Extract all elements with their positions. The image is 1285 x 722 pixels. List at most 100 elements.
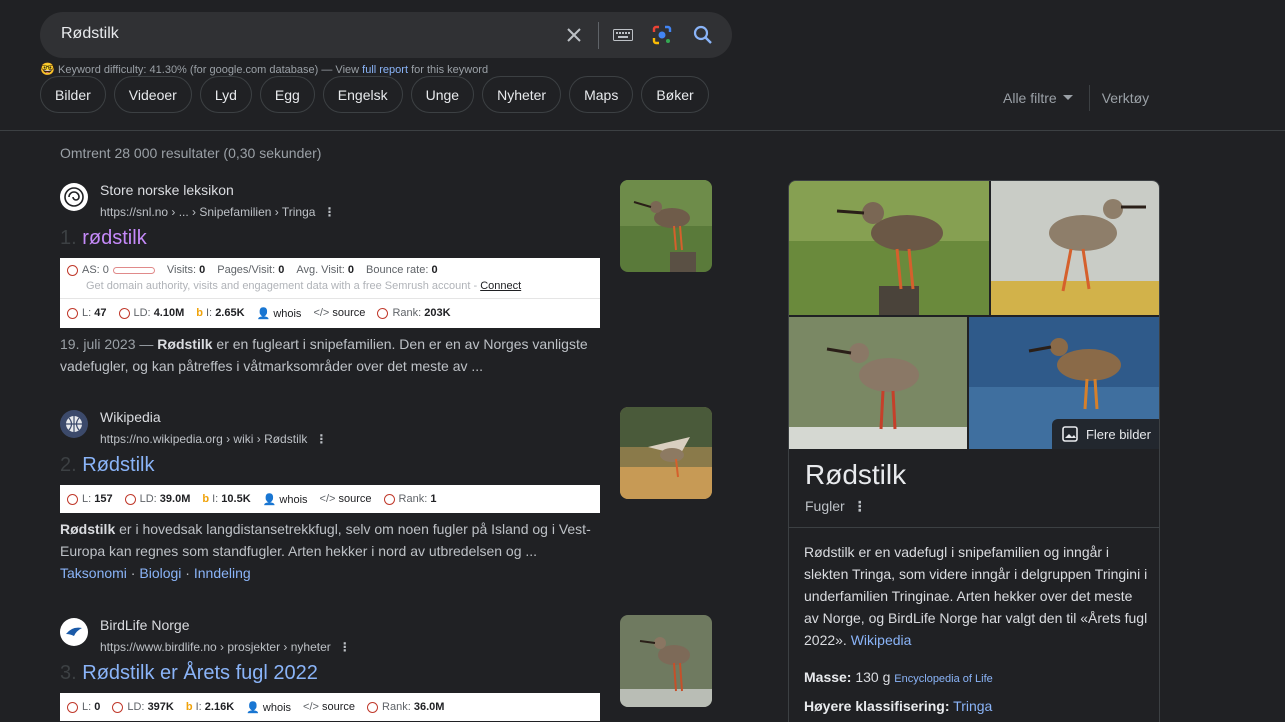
semrush-icon — [383, 493, 395, 505]
user-icon: 👤 — [256, 307, 271, 320]
result-thumbnail[interactable] — [620, 407, 712, 499]
sitelink-biologi[interactable]: Biologi — [139, 565, 181, 581]
result-url-text: https://www.birdlife.no › prosjekter › n… — [100, 640, 331, 654]
result-title-link[interactable]: Rødstilk — [82, 454, 154, 476]
keyword-difficulty: 🤓 Keyword difficulty: 41.30% (for google… — [40, 62, 488, 76]
panel-subtitle-text: Fugler — [805, 498, 845, 514]
seo-pages-value: 0 — [278, 264, 285, 276]
snippet-bold: Rødstilk — [60, 521, 116, 537]
divider — [598, 22, 599, 49]
seo-bar: AS: 0 Visits: 0 Pages/Visit: 0 Avg. Visi… — [60, 258, 600, 328]
more-images-button[interactable]: Flere bilder — [1051, 419, 1159, 449]
result-url[interactable]: https://www.birdlife.no › prosjekter › n… — [100, 640, 351, 654]
panel-subtitle: Fugler ⋮ — [805, 498, 867, 515]
more-options-icon[interactable]: ⋮ — [315, 432, 327, 446]
source-link[interactable]: </> source — [313, 307, 365, 319]
result-thumbnail[interactable] — [620, 615, 712, 707]
seo-ld-value: 39.0M — [159, 493, 191, 505]
chip-boker[interactable]: Bøker — [641, 76, 709, 113]
seo-row-1: AS: 0 Visits: 0 Pages/Visit: 0 Avg. Visi… — [60, 258, 600, 280]
seo-ld-label: LD: — [139, 493, 157, 505]
search-bar[interactable]: Rødstilk — [40, 12, 732, 58]
more-options-icon[interactable]: ⋮ — [323, 205, 335, 219]
chip-nyheter[interactable]: Nyheter — [482, 76, 562, 113]
seo-rank-value: 36.0M — [413, 701, 445, 713]
chip-lyd[interactable]: Lyd — [199, 76, 252, 113]
result-url-text: https://no.wikipedia.org › wiki › Rødsti… — [100, 432, 308, 446]
result-site-name[interactable]: BirdLife Norge — [100, 617, 190, 633]
all-filters-button[interactable]: Alle filtre — [1003, 90, 1057, 106]
wikipedia-link[interactable]: Wikipedia — [851, 632, 912, 648]
fact-mass-source-link[interactable]: Encyclopedia of Life — [894, 673, 992, 685]
panel-image[interactable] — [991, 181, 1159, 315]
semrush-icon — [67, 493, 78, 505]
result-site-name[interactable]: Wikipedia — [100, 409, 161, 425]
chip-egg[interactable]: Egg — [259, 76, 315, 113]
seo-row-2: L: 157 LD: 39.0M b I: 10.5K 👤 whois </> s… — [60, 485, 600, 513]
sitelink-taksonomi[interactable]: Taksonomi — [60, 565, 127, 581]
whois-link[interactable]: 👤 whois — [257, 307, 302, 320]
semrush-icon — [118, 307, 130, 319]
chip-videoer[interactable]: Videoer — [113, 76, 192, 113]
panel-image[interactable] — [789, 181, 989, 315]
source-link[interactable]: </> source — [303, 701, 355, 713]
result-stats: Omtrent 28 000 resultater (0,30 sekunder… — [60, 145, 322, 161]
search-input[interactable]: Rødstilk — [61, 25, 119, 43]
search-result: Store norske leksikon https://snl.no › .… — [60, 182, 620, 383]
more-options-icon[interactable]: ⋮ — [339, 640, 351, 654]
fact-mass-label: Masse: — [804, 669, 852, 685]
result-thumbnail[interactable] — [620, 180, 712, 272]
result-url[interactable]: https://no.wikipedia.org › wiki › Rødsti… — [100, 432, 327, 446]
result-url[interactable]: https://snl.no › ... › Snipefamilien › T… — [100, 205, 335, 219]
result-snippet: 19. juli 2023 — Rødstilk er en fugleart … — [60, 333, 600, 377]
whois-label: whois — [273, 307, 302, 320]
search-icon[interactable] — [691, 23, 715, 47]
chip-bilder[interactable]: Bilder — [40, 76, 106, 113]
seo-row-2: L: 47 LD: 4.10M b I: 2.65K 👤 whois </> so… — [60, 299, 600, 327]
keyboard-icon[interactable] — [611, 23, 635, 47]
result-title-link[interactable]: Rødstilk er Årets fugl 2022 — [82, 662, 318, 684]
chip-maps[interactable]: Maps — [569, 76, 634, 113]
kd-full-report-link[interactable]: full report — [362, 64, 408, 76]
seo-avg-value: 0 — [347, 264, 355, 276]
seo-ld-value: 4.10M — [153, 307, 185, 319]
user-icon: 👤 — [262, 493, 277, 506]
connect-link[interactable]: Connect — [480, 280, 521, 292]
seo-rank-label: Rank: — [382, 701, 411, 713]
chip-unge[interactable]: Unge — [410, 76, 475, 113]
seo-row-2: L: 0 LD: 397K b I: 2.16K 👤 whois </> sour… — [60, 693, 600, 721]
source-link[interactable]: </> source — [320, 493, 372, 505]
result-title[interactable]: 1. rødstilk — [60, 227, 147, 250]
result-title[interactable]: 3. Rødstilk er Årets fugl 2022 — [60, 662, 318, 685]
header-divider — [0, 130, 1285, 131]
lens-icon[interactable] — [650, 23, 674, 47]
tools-area: Alle filtre Verktøy — [1003, 85, 1149, 111]
snippet-bold: Rødstilk — [157, 336, 213, 352]
fact-classification-link[interactable]: Tringa — [953, 698, 992, 714]
search-result: BirdLife Norge https://www.birdlife.no ›… — [60, 617, 620, 722]
seo-i-label: I: — [212, 493, 219, 505]
seo-i-value: 2.16K — [204, 701, 235, 713]
more-options-icon[interactable]: ⋮ — [853, 498, 867, 514]
result-title-link[interactable]: rødstilk — [82, 227, 146, 249]
code-icon: </> — [313, 307, 330, 319]
result-title[interactable]: 2. Rødstilk — [60, 454, 154, 477]
seo-i-value: 10.5K — [221, 493, 251, 505]
whois-link[interactable]: 👤 whois — [246, 701, 291, 714]
clear-icon[interactable] — [562, 23, 586, 47]
seo-i-label: I: — [206, 307, 213, 319]
source-label: source — [332, 307, 366, 319]
panel-image[interactable]: Flere bilder — [969, 317, 1159, 449]
result-site-name[interactable]: Store norske leksikon — [100, 182, 234, 198]
panel-title: Rødstilk — [805, 459, 907, 490]
seo-rank-label: Rank: — [398, 493, 428, 505]
chip-engelsk[interactable]: Engelsk — [322, 76, 403, 113]
semrush-icon — [367, 701, 379, 713]
panel-image[interactable] — [789, 317, 967, 449]
tools-button[interactable]: Verktøy — [1102, 90, 1149, 106]
search-result: Wikipedia https://no.wikipedia.org › wik… — [60, 409, 620, 590]
sitelink-inndeling[interactable]: Inndeling — [194, 565, 251, 581]
whois-link[interactable]: 👤 whois — [263, 493, 308, 506]
filter-chips: Bilder Videoer Lyd Egg Engelsk Unge Nyhe… — [40, 76, 709, 113]
seo-ld-label: LD: — [127, 701, 145, 713]
